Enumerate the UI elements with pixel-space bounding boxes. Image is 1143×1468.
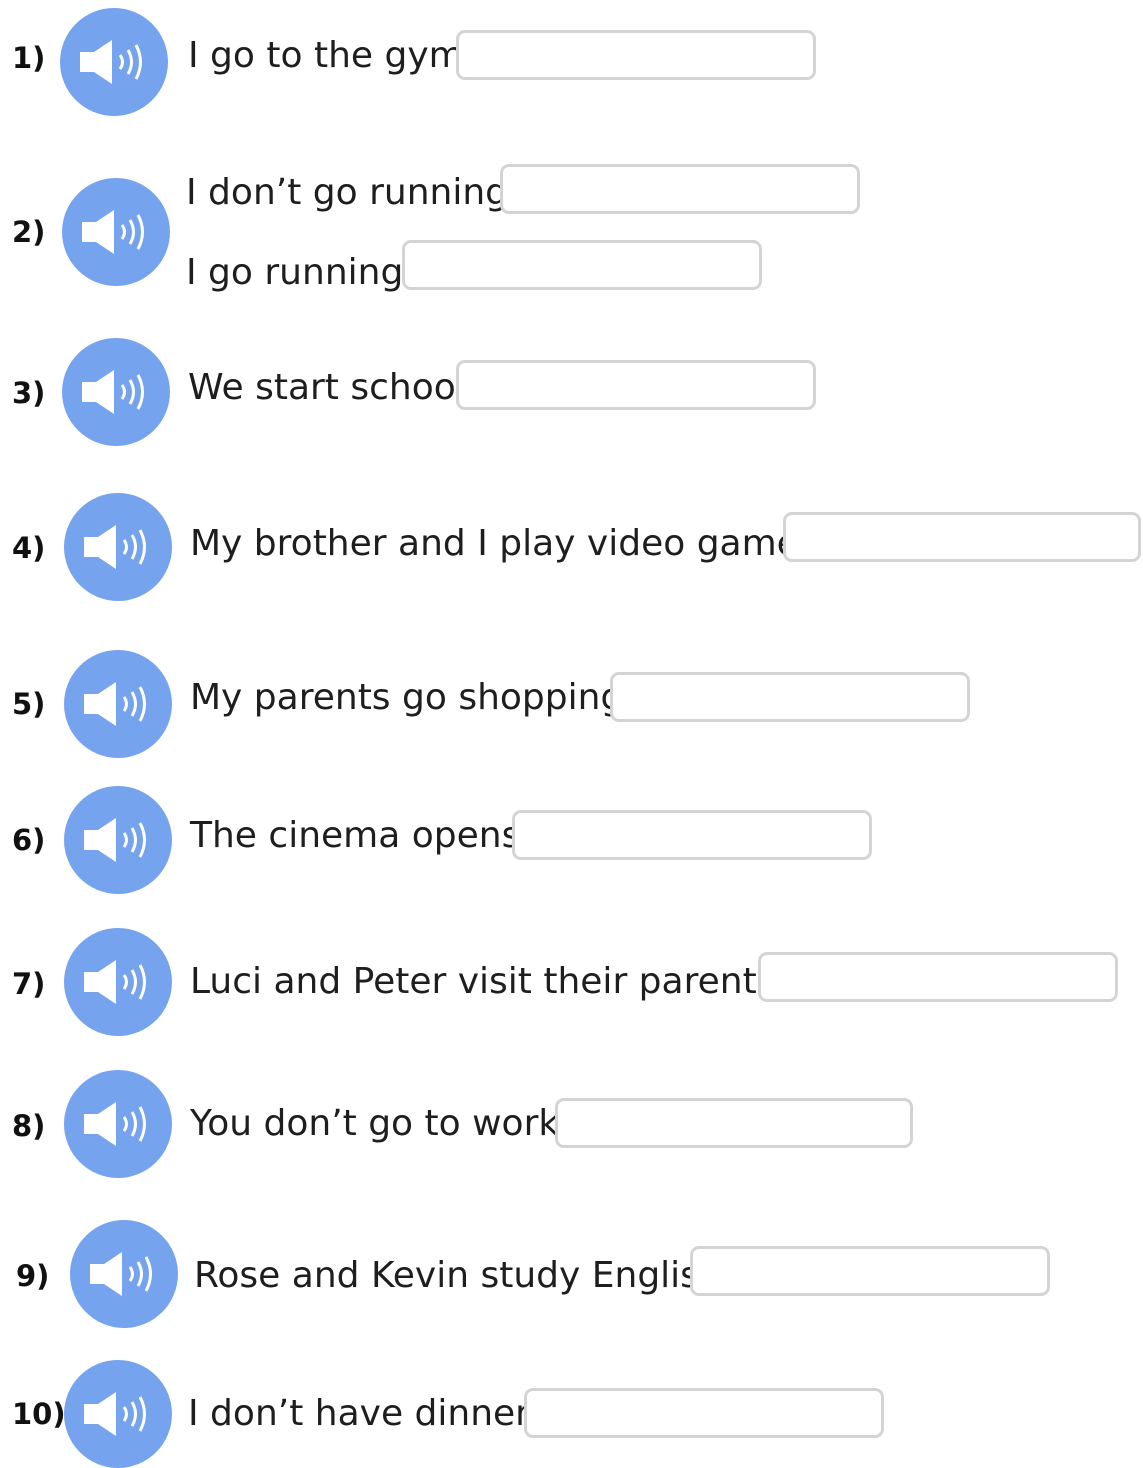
speaker-icon	[84, 1392, 146, 1436]
play-audio-button[interactable]	[62, 178, 170, 286]
speaker-icon	[84, 818, 146, 862]
play-audio-button[interactable]	[64, 1360, 172, 1468]
answer-input[interactable]	[610, 672, 970, 722]
item-number: 2)	[12, 215, 46, 249]
item-number: 1)	[12, 41, 46, 75]
play-audio-button[interactable]	[62, 338, 170, 446]
answer-input[interactable]	[555, 1098, 913, 1148]
speaker-icon	[84, 525, 146, 569]
play-audio-button[interactable]	[64, 928, 172, 1036]
answer-input[interactable]	[456, 30, 816, 80]
speaker-icon	[84, 682, 146, 726]
answer-input[interactable]	[512, 810, 872, 860]
item-number: 8)	[12, 1109, 46, 1143]
item-number: 6)	[12, 823, 46, 857]
speaker-icon	[84, 1102, 146, 1146]
sentence-text: Luci and Peter visit their parents	[190, 961, 776, 1002]
answer-input[interactable]	[524, 1388, 884, 1438]
sentence-text: I go to the gym	[188, 35, 464, 76]
sentence-text: I don’t have dinner	[188, 1393, 530, 1434]
sentence-text: My parents go shopping	[190, 677, 624, 718]
answer-input[interactable]	[758, 952, 1118, 1002]
play-audio-button[interactable]	[70, 1220, 178, 1328]
item-number: 10)	[12, 1397, 66, 1431]
sentence-text: Rose and Kevin study English	[194, 1255, 722, 1296]
speaker-icon	[82, 370, 144, 414]
sentence-text: I go running	[186, 252, 404, 293]
item-number: 4)	[12, 531, 46, 565]
play-audio-button[interactable]	[64, 1070, 172, 1178]
item-number: 3)	[12, 376, 46, 410]
answer-input[interactable]	[402, 240, 762, 290]
sentence-text: My brother and I play video games	[190, 523, 818, 564]
item-number: 9)	[16, 1259, 50, 1293]
speaker-icon	[80, 40, 142, 84]
sentence-text: The cinema opens	[190, 815, 521, 856]
sentence-text: I don’t go running	[186, 172, 508, 213]
answer-input[interactable]	[500, 164, 860, 214]
item-number: 7)	[12, 967, 46, 1001]
play-audio-button[interactable]	[64, 650, 172, 758]
answer-input[interactable]	[783, 512, 1141, 562]
play-audio-button[interactable]	[64, 786, 172, 894]
answer-input[interactable]	[690, 1246, 1050, 1296]
speaker-icon	[84, 960, 146, 1004]
sentence-text: We start school	[188, 367, 466, 408]
sentence-text: You don’t go to work	[190, 1103, 560, 1144]
answer-input[interactable]	[456, 360, 816, 410]
play-audio-button[interactable]	[64, 493, 172, 601]
speaker-icon	[82, 210, 144, 254]
speaker-icon	[90, 1252, 152, 1296]
item-number: 5)	[12, 687, 46, 721]
play-audio-button[interactable]	[60, 8, 168, 116]
